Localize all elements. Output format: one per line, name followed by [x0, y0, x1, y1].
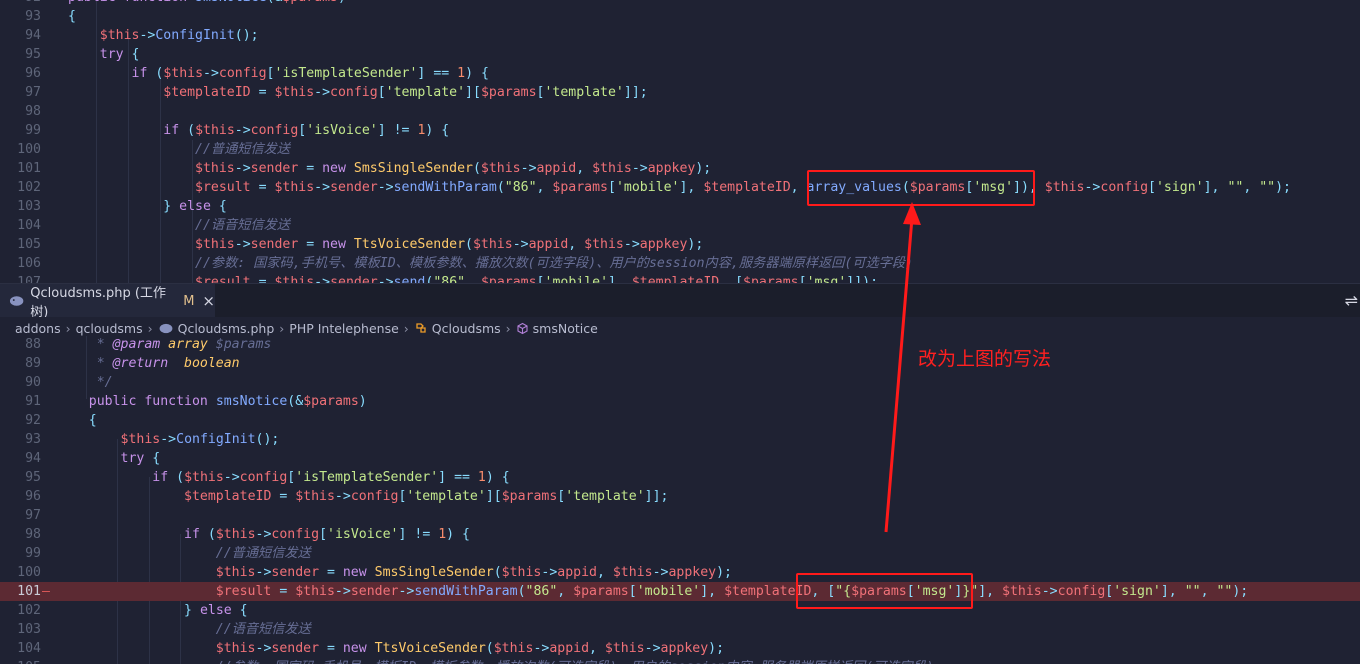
annotation-arrow	[884, 202, 921, 533]
